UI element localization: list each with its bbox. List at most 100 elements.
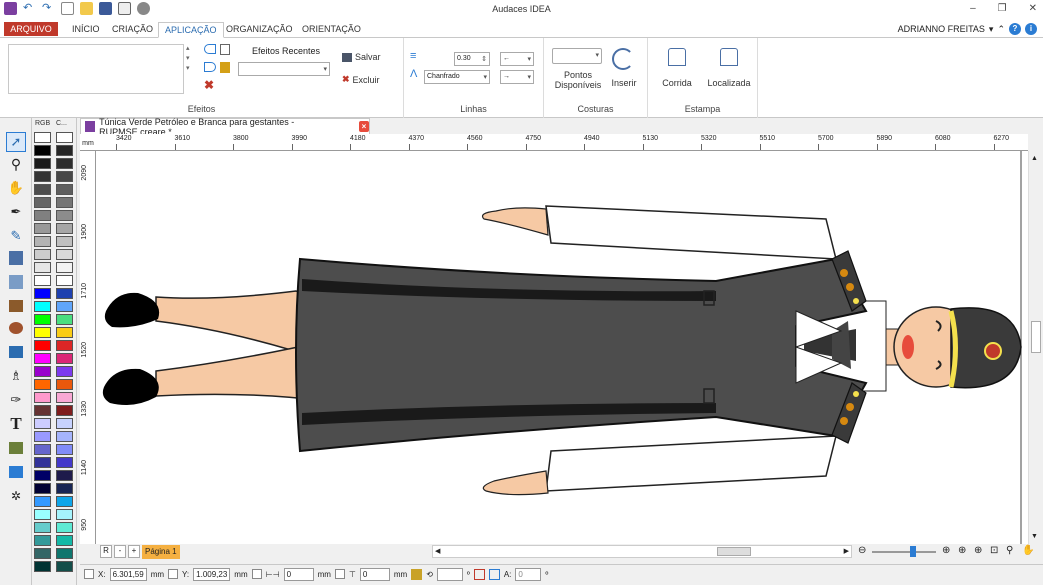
color-swatch[interactable] <box>34 509 51 520</box>
zoom-out-icon[interactable]: ⊖ <box>858 545 866 556</box>
angle-field[interactable]: 0 <box>515 567 542 581</box>
zoom-page-icon[interactable]: ⊡ <box>990 545 998 556</box>
color-swatch[interactable] <box>34 210 51 221</box>
color-swatch[interactable] <box>56 275 73 286</box>
color-swatch[interactable] <box>34 197 51 208</box>
rotation-field[interactable] <box>436 567 463 581</box>
pan-tool[interactable]: ✋ <box>6 178 26 198</box>
color-swatch[interactable] <box>56 392 73 403</box>
color-swatch[interactable] <box>34 483 51 494</box>
color-swatch[interactable] <box>34 249 51 260</box>
color-swatch[interactable] <box>34 301 51 312</box>
color-swatch[interactable] <box>56 483 73 494</box>
color-swatch[interactable] <box>56 314 73 325</box>
image-tool[interactable] <box>6 438 26 458</box>
zoom-slider[interactable] <box>872 551 936 553</box>
color-swatch[interactable] <box>56 366 73 377</box>
tab-organizacao[interactable]: ORGANIZAÇÃO <box>220 22 299 38</box>
color-swatch[interactable] <box>56 470 73 481</box>
line-end-combo[interactable]: → ▾ <box>500 70 534 84</box>
page-1-tab[interactable]: Página 1 <box>142 545 180 559</box>
scroll-left-icon[interactable]: ◀ <box>435 547 440 555</box>
tab-arquivo[interactable]: ARQUIVO <box>4 22 58 36</box>
info-icon[interactable]: i <box>1025 23 1037 35</box>
color-swatch[interactable] <box>56 379 73 390</box>
height-lock-checkbox[interactable] <box>334 569 345 579</box>
height-field[interactable]: 0 <box>359 567 390 581</box>
palette-c-header[interactable]: C... <box>56 120 67 127</box>
color-swatch[interactable] <box>56 132 73 143</box>
drawing-canvas[interactable] <box>96 151 1028 544</box>
color-swatch[interactable] <box>34 379 51 390</box>
color-swatch[interactable] <box>56 535 73 546</box>
color-swatch[interactable] <box>56 457 73 468</box>
help-circle-icon[interactable]: ? <box>1009 23 1021 35</box>
color-swatch[interactable] <box>56 288 73 299</box>
effects-gallery[interactable] <box>8 44 184 94</box>
gallery-scroll[interactable]: ▴ ▾ ▾ <box>186 44 190 74</box>
user-name[interactable]: ADRIANNO FREITAS <box>898 24 985 34</box>
color-swatch[interactable] <box>34 470 51 481</box>
color-swatch[interactable] <box>56 327 73 338</box>
color-swatch[interactable] <box>34 418 51 429</box>
tab-criacao[interactable]: CRIAÇÃO <box>106 22 159 38</box>
layers-tool[interactable] <box>6 296 26 316</box>
pattern-tool[interactable] <box>6 462 26 482</box>
lock-position-checkbox[interactable] <box>84 569 94 579</box>
color-swatch[interactable] <box>56 353 73 364</box>
color-swatch[interactable] <box>34 145 51 156</box>
scroll-up-icon[interactable]: ▲ <box>1031 155 1038 162</box>
color-swatch[interactable] <box>34 405 51 416</box>
zoom-fit-icon[interactable]: ⊕ <box>958 545 966 556</box>
color-swatch[interactable] <box>34 288 51 299</box>
color-swatch[interactable] <box>34 431 51 442</box>
stitch-points-combo[interactable]: ▾ <box>552 48 602 64</box>
color-swatch[interactable] <box>56 418 73 429</box>
document-tab[interactable]: Túnica Verde Petróleo e Branca para gest… <box>80 117 370 137</box>
page-r-button[interactable]: R <box>100 545 112 558</box>
horizontal-scrollbar[interactable]: ◀ ▶ <box>432 545 852 558</box>
insert-stitch-button[interactable]: Inserir <box>608 78 640 88</box>
zoom-tool[interactable]: ⚲ <box>6 154 26 174</box>
color-swatch[interactable] <box>56 171 73 182</box>
y-lock-checkbox[interactable] <box>168 569 179 579</box>
color-swatch[interactable] <box>34 314 51 325</box>
transform-tool[interactable]: ✲ <box>6 486 26 506</box>
remove-effect-icon[interactable]: ✖ <box>204 78 214 92</box>
color-swatch[interactable] <box>34 236 51 247</box>
y-field[interactable]: 1.009,23 <box>193 567 231 581</box>
color-swatch[interactable] <box>34 444 51 455</box>
vertical-scrollbar[interactable]: ▲ ▼ <box>1028 151 1043 544</box>
close-document-icon[interactable]: × <box>358 121 370 132</box>
color-swatch[interactable] <box>56 184 73 195</box>
color-swatch[interactable] <box>34 327 51 338</box>
line-corner-combo[interactable]: Chanfrado ▾ <box>424 70 490 84</box>
available-points-button[interactable]: Pontos Disponíveis <box>550 70 606 90</box>
proportion-lock-icon[interactable] <box>411 568 423 580</box>
eyedropper-tool[interactable]: ✑ <box>6 390 26 410</box>
paste-effect-icon[interactable] <box>220 62 230 73</box>
color-swatch[interactable] <box>34 561 51 572</box>
pan-view-icon[interactable]: ✋ <box>1022 545 1034 556</box>
color-swatch[interactable] <box>56 548 73 559</box>
recent-effects-combo[interactable]: ▾ <box>238 62 330 76</box>
width-field[interactable]: 0 <box>283 567 314 581</box>
color-swatch[interactable] <box>56 405 73 416</box>
color-swatch[interactable] <box>34 223 51 234</box>
color-swatch[interactable] <box>56 223 73 234</box>
color-swatch[interactable] <box>56 145 73 156</box>
color-swatch[interactable] <box>56 561 73 572</box>
garment-tool[interactable] <box>6 248 26 268</box>
chevron-down-icon[interactable]: ▾ <box>989 24 994 35</box>
color-swatch[interactable] <box>34 132 51 143</box>
garment-drawing[interactable] <box>96 151 1028 544</box>
color-swatch[interactable] <box>56 262 73 273</box>
text-tool[interactable]: T <box>6 414 26 434</box>
restore-icon[interactable]: ❐ <box>998 3 1007 14</box>
color-swatch[interactable] <box>34 353 51 364</box>
page-remove-button[interactable]: - <box>114 545 126 558</box>
scroll-thumb[interactable] <box>1031 321 1041 353</box>
color-swatch[interactable] <box>56 431 73 442</box>
color-swatch[interactable] <box>34 262 51 273</box>
color-swatch[interactable] <box>56 236 73 247</box>
